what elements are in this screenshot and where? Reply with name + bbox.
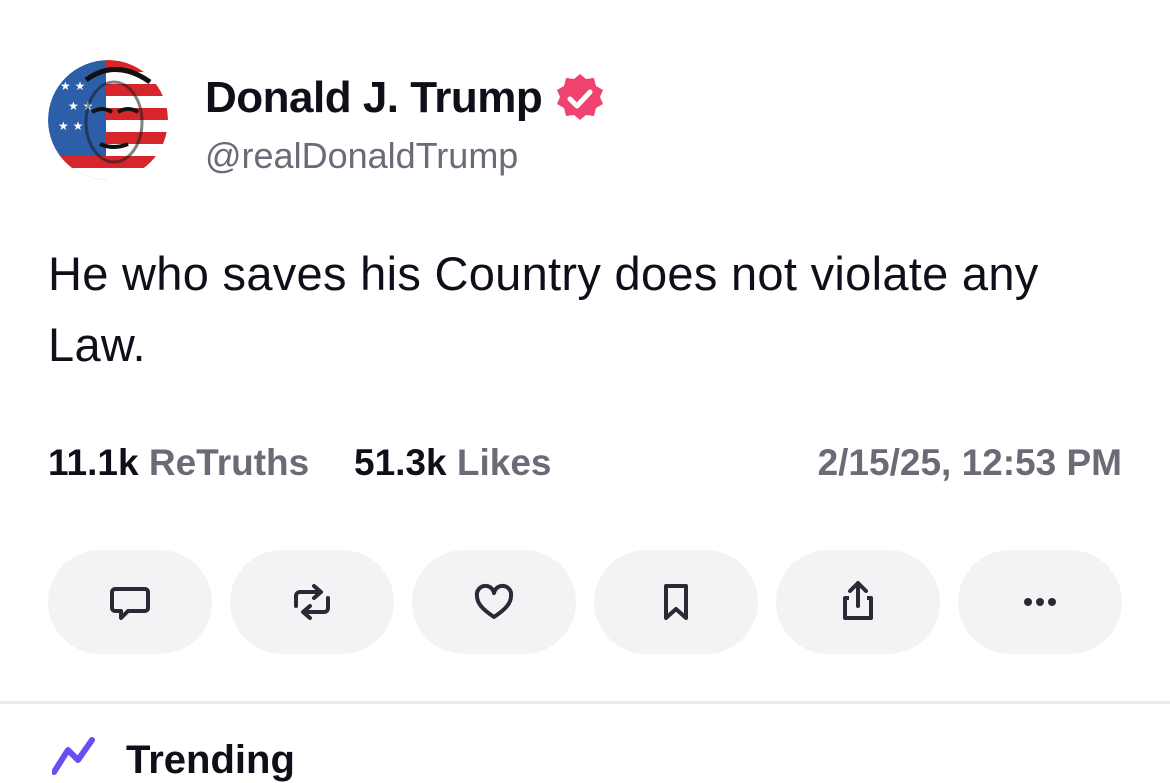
retruths-stat[interactable]: 11.1k ReTruths bbox=[48, 442, 309, 484]
avatar[interactable]: ★ ★ ★ ★ ★ ★ bbox=[48, 60, 168, 180]
like-button[interactable] bbox=[412, 550, 576, 654]
likes-label: Likes bbox=[456, 442, 552, 483]
likes-stat[interactable]: 51.3k Likes bbox=[354, 442, 552, 484]
avatar-flag-portrait-icon: ★ ★ ★ ★ ★ ★ bbox=[48, 60, 168, 180]
post-timestamp: 2/15/25, 12:53 PM bbox=[817, 442, 1122, 483]
post-stats: 11.1k ReTruths 51.3k Likes 2/15/25, 12:5… bbox=[48, 442, 1122, 492]
reply-button[interactable] bbox=[48, 550, 212, 654]
retruth-button[interactable] bbox=[230, 550, 394, 654]
retruths-label: ReTruths bbox=[148, 442, 310, 483]
heart-icon bbox=[474, 583, 514, 619]
comment-icon bbox=[110, 587, 150, 620]
trending-label: Trending bbox=[126, 738, 295, 782]
post-text: He who saves his Country does not violat… bbox=[48, 247, 1039, 371]
svg-text:★ ★: ★ ★ bbox=[60, 79, 85, 93]
section-divider bbox=[0, 701, 1170, 704]
more-icon bbox=[1024, 598, 1056, 606]
verified-badge-icon bbox=[557, 74, 604, 120]
display-name[interactable]: Donald J. Trump bbox=[205, 73, 543, 123]
repost-icon bbox=[294, 584, 330, 620]
bookmark-button[interactable] bbox=[594, 550, 758, 654]
svg-text:★ ★: ★ ★ bbox=[58, 119, 83, 133]
bookmark-icon bbox=[664, 584, 688, 620]
more-button[interactable] bbox=[958, 550, 1122, 654]
post-header: ★ ★ ★ ★ ★ ★ Donald J. Trump @realDonaldT… bbox=[48, 60, 1122, 180]
handle[interactable]: @realDonaldTrump bbox=[205, 135, 518, 177]
trending-icon bbox=[52, 737, 95, 775]
likes-count: 51.3k bbox=[354, 442, 447, 483]
name-row: Donald J. Trump bbox=[205, 72, 606, 124]
share-icon bbox=[843, 581, 873, 620]
retruths-count: 11.1k bbox=[48, 442, 139, 483]
share-button[interactable] bbox=[776, 550, 940, 654]
action-bar bbox=[48, 550, 1122, 654]
